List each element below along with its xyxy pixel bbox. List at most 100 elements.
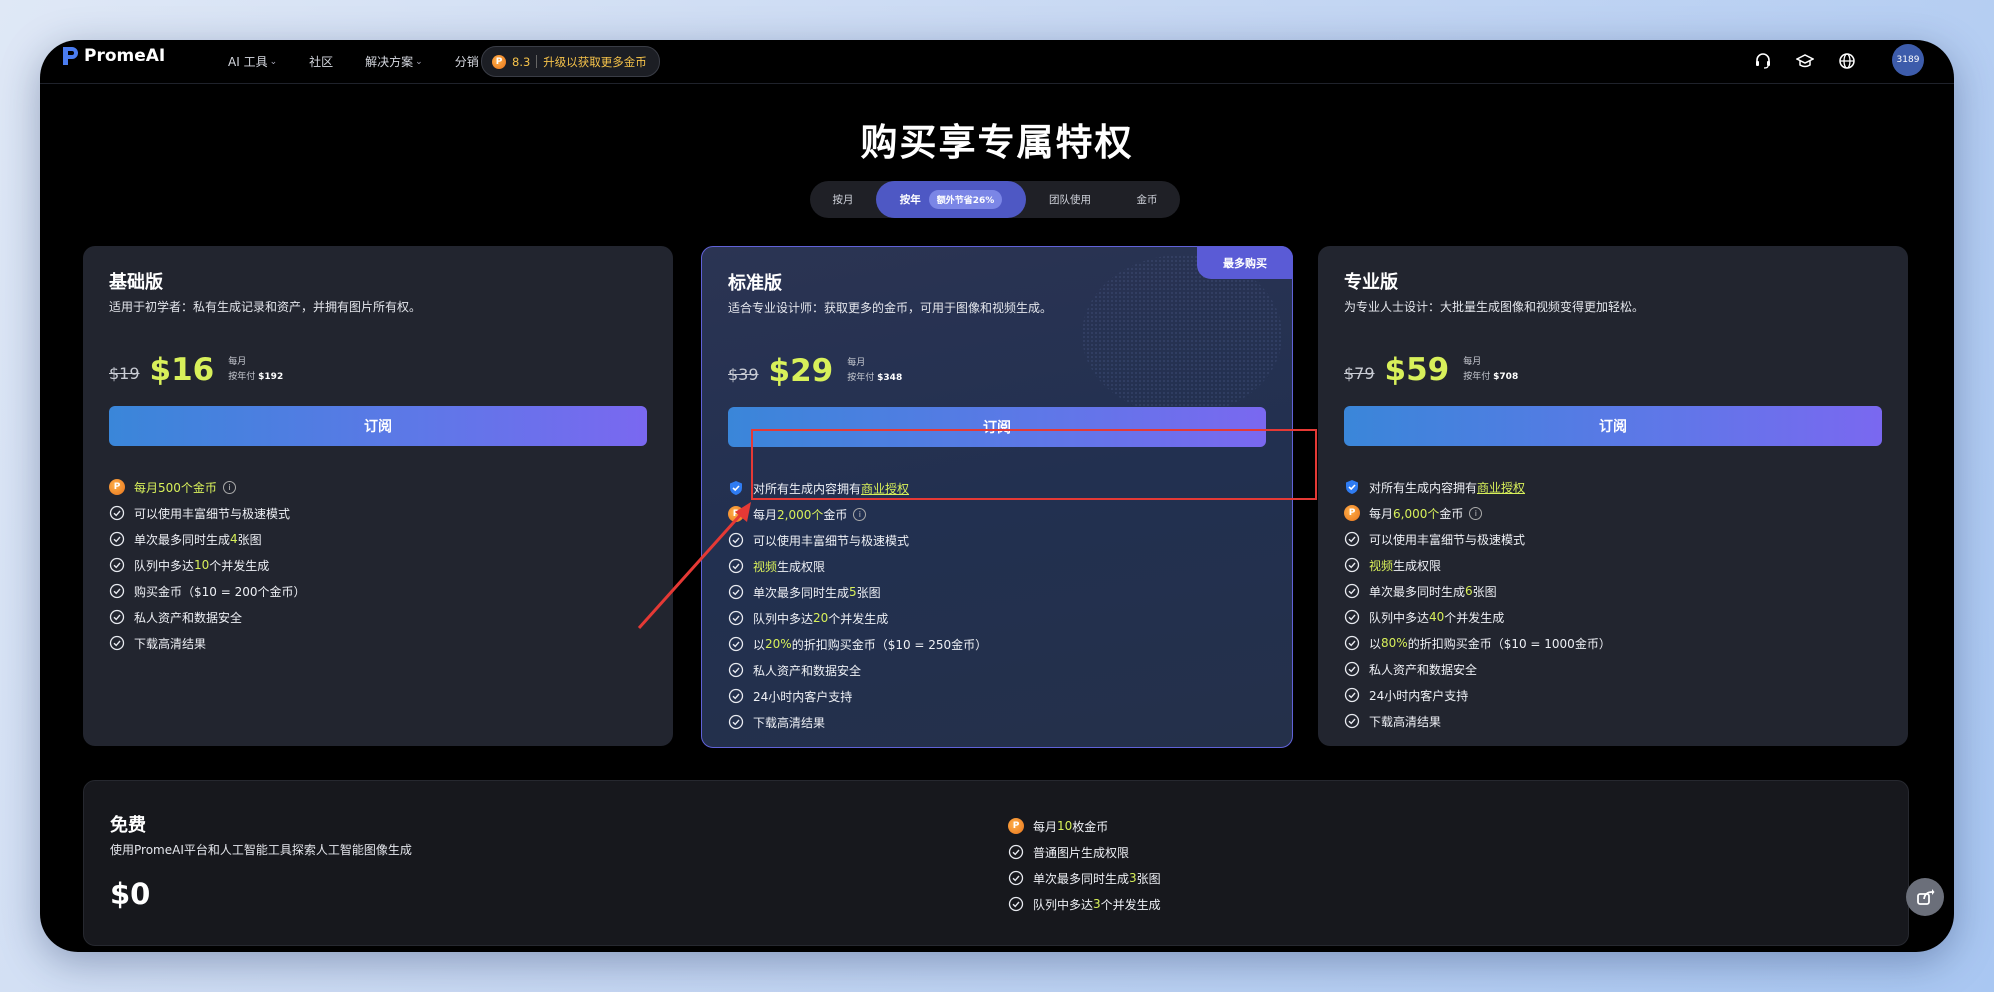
check-circle-icon [109, 505, 125, 521]
tab-yearly[interactable]: 按年 额外节省26% [876, 181, 1026, 218]
plan-description: 使用PromeAI平台和人工智能工具探索人工智能图像生成 [110, 843, 412, 857]
feature-text: 4 [230, 532, 238, 546]
nav-links: AI 工具 ⌄ 社区 解决方案 ⌄ 分销 [228, 40, 479, 83]
nav-link-distribution[interactable]: 分销 [455, 53, 479, 70]
feature-item: 24小时内客户支持 [728, 683, 987, 709]
decorative-pattern [1082, 255, 1282, 415]
feature-item: P 每月500个金币 i [109, 474, 306, 500]
feature-item: 可以使用丰富细节与极速模式 [109, 500, 306, 526]
period-label: 每月 [228, 357, 247, 367]
divider [536, 55, 538, 68]
feature-text: 单次最多同时生成 [753, 585, 850, 600]
brand-logo[interactable]: PromeAI [60, 45, 165, 67]
share-button[interactable] [1906, 878, 1944, 916]
feature-text: 每月 [1369, 506, 1394, 521]
check-circle-icon [109, 557, 125, 573]
tab-team[interactable]: 团队使用 [1026, 181, 1114, 218]
feature-item: 普通图片生成权限 [1008, 839, 1161, 865]
coin-balance-pill[interactable]: P 8.3 升级以获取更多金币 [481, 46, 660, 77]
globe-icon[interactable] [1838, 52, 1856, 70]
feature-item: 下载高清结果 [109, 630, 306, 656]
coin-icon: P [1008, 818, 1024, 834]
original-price: $19 [109, 363, 140, 383]
feature-item: 队列中多达 10 个并发生成 [109, 552, 306, 578]
check-circle-icon [1344, 687, 1360, 703]
feature-text: 购买金币（$10 = 200个金币） [134, 584, 306, 599]
info-icon[interactable]: i [222, 480, 236, 494]
feature-text: 个并发生成 [209, 558, 270, 573]
check-circle-icon [728, 714, 744, 730]
feature-text: 队列中多达 [134, 558, 195, 573]
feature-text: 金币 [823, 507, 848, 522]
feature-list: 对所有生成内容拥有 商业授权 P 每月 6,000个 金币 i 可以使用丰富细节与极速模式 视频… [1344, 474, 1611, 734]
feature-text: 金币 [1439, 506, 1464, 521]
nav-link-label: AI 工具 [228, 55, 268, 69]
plan-description: 为专业人士设计：大批量生成图像和视频变得更加轻松。 [1344, 300, 1645, 314]
feature-text: 下载高清结果 [753, 715, 826, 730]
feature-item: 单次最多同时生成 6 张图 [1344, 578, 1611, 604]
feature-item: 以 20% 的折扣购买金币（$10 = 250金币） [728, 631, 987, 657]
info-icon[interactable]: i [853, 507, 867, 521]
info-icon[interactable]: i [1469, 506, 1483, 520]
feature-text: 每月 [1033, 819, 1058, 834]
check-circle-icon [728, 662, 744, 678]
check-circle-icon [1344, 635, 1360, 651]
feature-text: 普通图片生成权限 [1033, 845, 1130, 860]
feature-text: 视频 [753, 559, 778, 574]
nav-link-ai-tools[interactable]: AI 工具 ⌄ [228, 53, 277, 70]
feature-text: 张图 [237, 532, 262, 547]
billing-note: 每月 按年付 $348 [847, 356, 902, 386]
browser-window: PromeAI AI 工具 ⌄ 社区 解决方案 ⌄ 分销 P 8.3 升级以获取更多… [40, 40, 1954, 952]
check-circle-icon [109, 635, 125, 651]
feature-text: 6 [1465, 584, 1473, 598]
yearly-amount: $192 [258, 372, 284, 382]
check-circle-icon [1008, 870, 1024, 886]
avatar[interactable]: 3189 [1892, 44, 1924, 76]
feature-list: 对所有生成内容拥有 商业授权 P 每月 2,000个 金币 i 可以使用丰富细节与极速模式 视频… [728, 475, 987, 735]
tab-monthly[interactable]: 按月 [810, 181, 876, 218]
feature-text: 的折扣购买金币（$10 = 250金币） [791, 637, 988, 652]
feature-text: 下载高清结果 [134, 636, 207, 651]
check-circle-icon [1008, 896, 1024, 912]
feature-text: 10 [1057, 819, 1073, 833]
price-row: $79 $59 每月 按年付 $708 [1344, 350, 1518, 390]
shield-check-icon [1346, 480, 1358, 494]
feature-item: P 每月 10 枚金币 [1008, 813, 1161, 839]
feature-item: P 每月 2,000个 金币 i [728, 501, 987, 527]
feature-text: 可以使用丰富细节与极速模式 [134, 506, 291, 521]
feature-text: 每月500个金币 [134, 480, 217, 495]
nav-link-solutions[interactable]: 解决方案 ⌄ [365, 53, 423, 70]
plan-name: 基础版 [109, 272, 163, 293]
feature-item: 私人资产和数据安全 [1344, 656, 1611, 682]
subscribe-button[interactable]: 订阅 [109, 406, 647, 446]
current-price: $16 [149, 352, 215, 388]
headset-icon[interactable] [1754, 52, 1772, 70]
feature-item: 队列中多达 40 个并发生成 [1344, 604, 1611, 630]
nav-link-community[interactable]: 社区 [309, 53, 333, 70]
graduation-cap-icon[interactable] [1796, 52, 1814, 70]
feature-text: 每月 [753, 507, 778, 522]
feature-text: 单次最多同时生成 [134, 532, 231, 547]
feature-text: 以 [753, 637, 766, 652]
coin-icon: P [1344, 505, 1360, 521]
feature-item: 私人资产和数据安全 [728, 657, 987, 683]
feature-item: P 每月 6,000个 金币 i [1344, 500, 1611, 526]
feature-item: 下载高清结果 [728, 709, 987, 735]
annotation-arrow-icon [637, 502, 751, 630]
feature-text: 队列中多达 [1369, 610, 1430, 625]
feature-text: 3 [1093, 897, 1101, 911]
check-circle-icon [1344, 609, 1360, 625]
feature-text: 队列中多达 [753, 611, 814, 626]
feature-text: 张图 [856, 585, 881, 600]
feature-list: P 每月 10 枚金币 普通图片生成权限 单次最多同时生成 3 张图 队列中多达 3 个并发生成 [1008, 813, 1161, 917]
yearly-label: 按年付 [228, 372, 256, 382]
coin-icon: P [109, 479, 125, 495]
feature-item: 购买金币（$10 = 200个金币） [109, 578, 306, 604]
upgrade-link[interactable]: 升级以获取更多金币 [543, 54, 647, 70]
check-circle-icon [1344, 531, 1360, 547]
plan-description: 适合专业设计师：获取更多的金币，可用于图像和视频生成。 [728, 301, 1053, 315]
feature-item: 以 80% 的折扣购买金币（$10 = 1000金币） [1344, 630, 1611, 656]
subscribe-button[interactable]: 订阅 [1344, 406, 1882, 446]
plan-description: 适用于初学者：私有生成记录和资产，并拥有图片所有权。 [109, 300, 422, 314]
tab-coins[interactable]: 金币 [1114, 181, 1180, 218]
